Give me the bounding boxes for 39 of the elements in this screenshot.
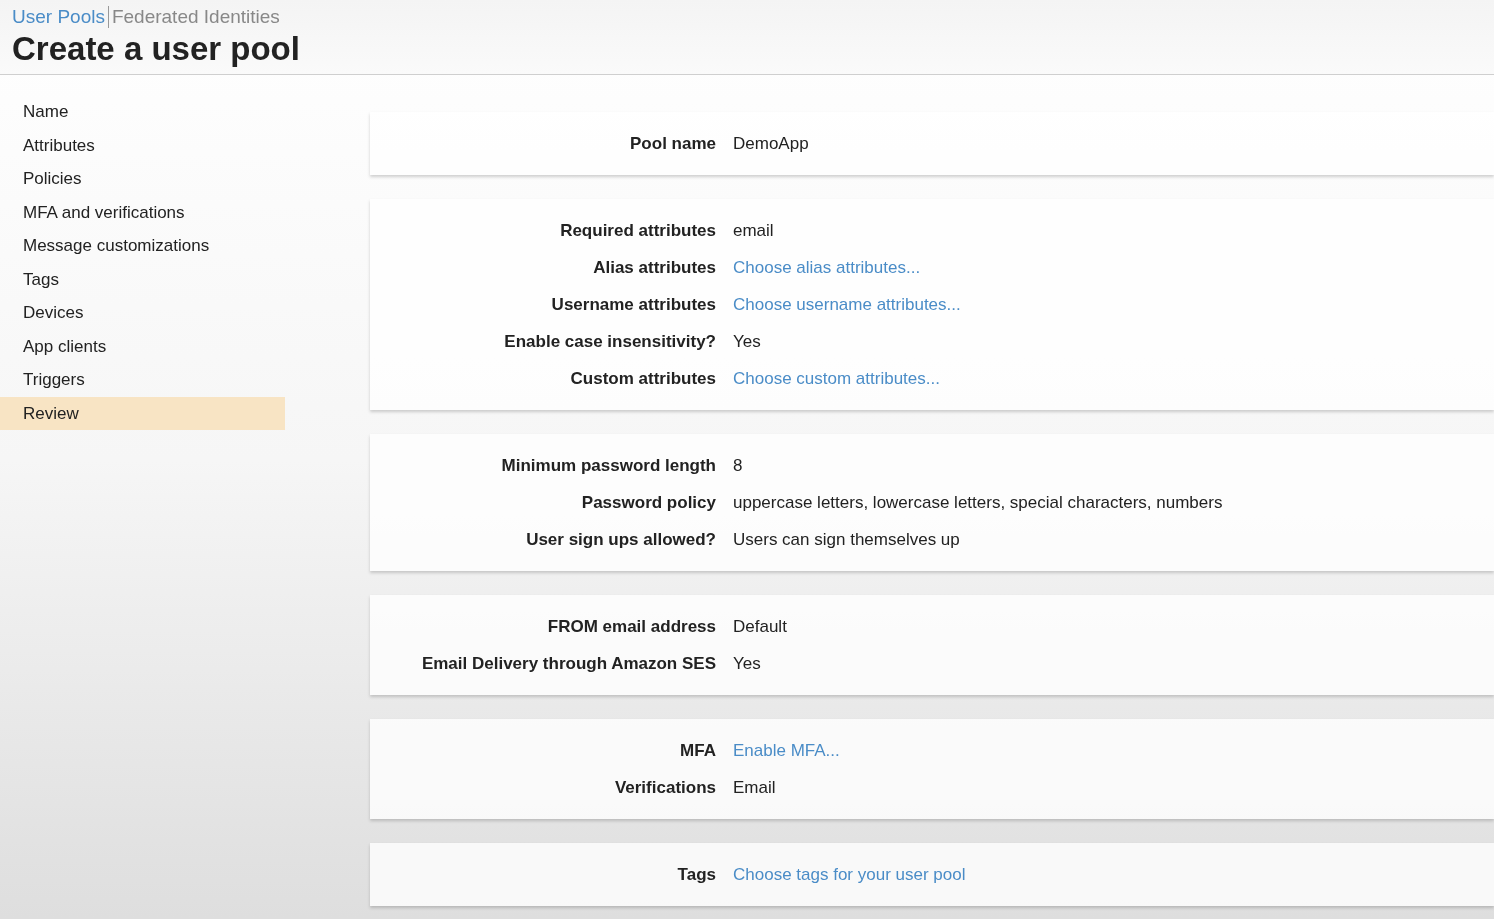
sidebar-item[interactable]: Policies bbox=[0, 162, 285, 196]
field-label: FROM email address bbox=[546, 615, 717, 638]
field-link[interactable]: Enable MFA... bbox=[733, 737, 840, 764]
field-value: Users can sign themselves up bbox=[733, 528, 960, 551]
field-label: User sign ups allowed? bbox=[525, 528, 717, 551]
field-value: Yes bbox=[733, 330, 761, 353]
field-value: Yes bbox=[733, 652, 761, 675]
sidebar-item[interactable]: Name bbox=[0, 95, 285, 129]
field-link[interactable]: Choose tags for your user pool bbox=[733, 861, 966, 888]
field-label: Enable case insensitivity? bbox=[503, 330, 717, 353]
field-label: Required attributes bbox=[559, 219, 717, 242]
field-link[interactable]: Choose alias attributes... bbox=[733, 254, 921, 281]
field-label: Alias attributes bbox=[592, 256, 717, 279]
sidebar-item[interactable]: MFA and verifications bbox=[0, 195, 285, 229]
field-label: MFA bbox=[679, 739, 717, 762]
field-label: Tags bbox=[676, 863, 717, 886]
field-value: uppercase letters, lowercase letters, special characters, numbers bbox=[733, 491, 1223, 514]
field-link[interactable]: Choose username attributes... bbox=[733, 291, 961, 318]
field-label: Minimum password length bbox=[500, 454, 717, 477]
sidebar-item[interactable]: Attributes bbox=[0, 128, 285, 162]
sidebar-item[interactable]: Devices bbox=[0, 296, 285, 330]
field-label: Username attributes bbox=[550, 293, 717, 316]
sidebar-item[interactable]: Review bbox=[0, 396, 285, 430]
sidebar-item[interactable]: Tags bbox=[0, 262, 285, 296]
field-value: email bbox=[733, 219, 774, 242]
sidebar-item[interactable]: Triggers bbox=[0, 363, 285, 397]
field-link[interactable]: Choose custom attributes... bbox=[733, 365, 940, 392]
page-title: Create a user pool bbox=[12, 29, 301, 69]
field-label: Password policy bbox=[580, 491, 717, 514]
field-value: Email bbox=[733, 776, 776, 799]
field-label: Custom attributes bbox=[569, 367, 717, 390]
field-value: 8 bbox=[733, 454, 743, 477]
field-label: Verifications bbox=[613, 776, 717, 799]
field-label: Email Delivery through Amazon SES bbox=[420, 652, 717, 675]
field-value: Default bbox=[733, 615, 787, 638]
sidebar-item[interactable]: Message customizations bbox=[0, 229, 285, 263]
sidebar-item[interactable]: App clients bbox=[0, 329, 285, 363]
field-value: DemoApp bbox=[733, 132, 809, 155]
field-label: Pool name bbox=[629, 132, 717, 155]
